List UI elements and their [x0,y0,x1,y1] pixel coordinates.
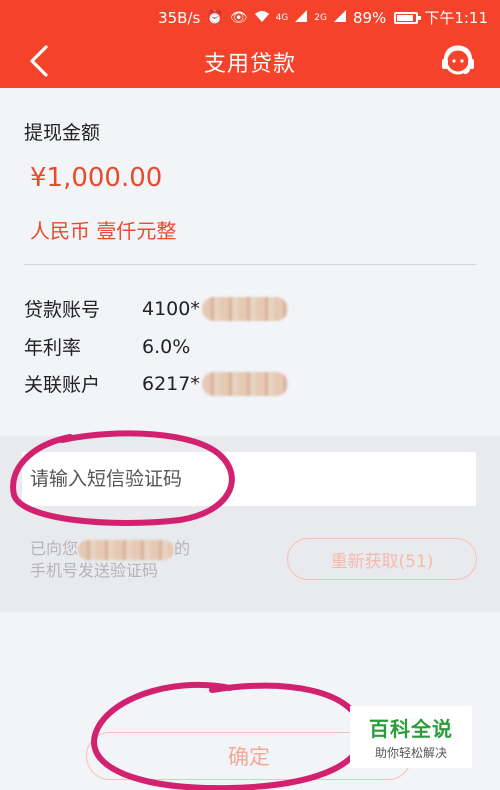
resend-code-button[interactable]: 重新获取(51) [287,538,477,580]
alarm-icon: ⏰ [206,9,224,26]
signal-b-icon [333,9,347,27]
verification-section: 已向您 的 手机号发送验证码 重新获取(51) [0,436,500,612]
code-sent-note-suffix: 的 [174,539,191,558]
divider [24,264,476,265]
customer-service-icon [442,45,474,75]
loan-summary-card: 提现金额 ¥1,000.00 人民币 壹仟元整 贷款账号 4100* 年利率 6… [0,88,500,436]
linked-account-value: 6217* [142,372,200,395]
watermark-subtitle: 助你轻松解决 [374,746,447,760]
page-title: 支用贷款 [203,51,296,77]
sms-code-input[interactable] [22,452,476,506]
phone-redaction-mask [78,539,175,560]
loan-account-row: 贷款账号 4100* [24,295,288,322]
customer-service-button[interactable] [438,41,478,81]
battery-icon [394,11,422,24]
app-header: 支用贷款 [0,35,500,88]
signal-a-icon [294,9,308,27]
linked-account-row: 关联账户 6217* [24,370,288,397]
code-sent-note-line2: 手机号发送验证码 [30,561,159,580]
interest-rate-label: 年利率 [24,337,82,359]
status-bar: 35B/s ⏰ 👁 4G 2G 89% 下午1:11 [0,0,500,35]
chevron-left-icon [30,45,48,77]
amount-value: ¥1,000.00 [30,163,163,193]
clock: 下午1:11 [424,9,488,27]
redaction-mask [201,371,288,396]
back-button[interactable] [22,43,58,79]
network-speed: 35B/s [158,8,201,27]
linked-account-value-wrap: 6217* [142,370,288,397]
loan-account-value: 4100* [142,297,200,320]
amount-label: 提现金额 [24,122,101,144]
interest-rate-row: 年利率 6.0% [24,333,190,360]
wifi-icon [254,9,270,27]
battery-percent: 89% [352,8,387,27]
code-sent-note-prefix: 已向您 [30,539,79,558]
loan-account-value-wrap: 4100* [142,295,288,322]
amount-in-words: 人民币 壹仟元整 [30,219,177,243]
watermark: 百科全说 助你轻松解决 [350,706,472,768]
redaction-mask [201,296,288,321]
eye-icon: 👁 [229,9,248,26]
code-sent-note: 已向您 的 手机号发送验证码 [30,538,230,582]
interest-rate-value: 6.0% [142,335,191,358]
loan-account-label: 贷款账号 [24,299,101,321]
signal-label-a: 4G [275,12,289,23]
watermark-title: 百科全说 [369,717,453,741]
linked-account-label: 关联账户 [24,374,101,396]
signal-label-b: 2G [314,12,327,23]
